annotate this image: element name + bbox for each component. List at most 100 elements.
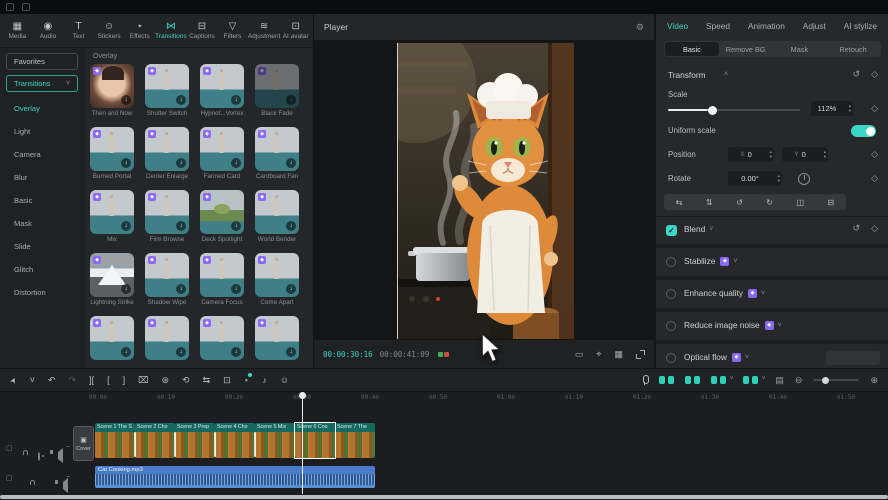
audio-clip[interactable]: Cat Cooking.mp3 [95,466,375,488]
stepper-icon[interactable]: ▴▾ [778,173,780,184]
overlay-tracks-icon[interactable]: ▤ [775,375,784,386]
tab-video[interactable]: Video [667,21,688,31]
sidebar-item-mask[interactable]: Mask [14,219,32,228]
undo-icon[interactable]: ↶ [48,375,56,386]
select-caret[interactable]: ˅ [30,375,35,385]
delete-icon[interactable]: ⌧ [138,375,148,386]
keyframe-diamond-icon[interactable]: ◇ [871,149,878,160]
transition-marker[interactable] [134,432,136,457]
stabilize-section-header[interactable]: Stabilize◆˅ [656,254,888,270]
timeline-zoom-slider[interactable] [813,379,859,381]
redo-icon[interactable]: ↷ [69,375,77,386]
stepper-icon[interactable]: ▴▾ [824,149,826,160]
extract-audio-icon[interactable]: ♪ [262,375,267,385]
optical-flow-section-header[interactable]: Optical flow◆˅ [656,350,888,366]
transition-thumb[interactable]: ◆↓ [255,316,299,360]
sidebar-item-favorites[interactable]: Favorites [6,53,78,70]
media-tab-effects[interactable]: ⋆Effects [124,21,155,40]
media-tab-captions[interactable]: ⊟Captions [187,21,218,40]
track-more-icon[interactable]: – [66,473,70,480]
blend-section-header[interactable]: ✓ Blend˅ ↺◇ [656,222,888,238]
voiceover-mic-icon[interactable] [641,375,648,386]
optical-flow-checkbox[interactable] [666,353,676,363]
media-tab-ai-avatar[interactable]: ⊡AI avatar [280,21,311,40]
link-clips-icon[interactable]: ˅ [711,376,726,384]
beauty-icon[interactable]: ☺ [280,375,289,385]
transition-thumb[interactable]: ◆↓ [145,64,189,108]
tab-adjust[interactable]: Adjust [803,21,826,31]
timeline-clip[interactable]: Scene 4 Cho [215,423,255,458]
display-settings-icon[interactable]: ⚙ [636,22,644,33]
reset-icon[interactable]: ↺ [853,69,861,80]
transition-marker[interactable] [214,432,216,457]
keyframe-diamond-icon[interactable]: ◇ [871,173,878,184]
transition-thumb[interactable]: ◆↓ [90,316,134,360]
sidebar-group-transitions[interactable]: Transitions ˅ [6,75,78,92]
media-tab-stickers[interactable]: ☺Stickers [94,21,125,40]
transition-thumb[interactable]: ◆↓ [200,316,244,360]
track-more-icon[interactable]: – [66,443,70,450]
transition-thumb[interactable]: ◆↓ [255,64,299,108]
grid-overlay-icon[interactable]: ▦ [614,349,623,360]
crop-icon[interactable]: ⊡ [223,375,231,386]
enhance-checkbox[interactable] [666,289,676,299]
rotate-right-icon[interactable]: ↻ [766,198,773,207]
zoom-out-icon[interactable]: ⊖ [795,375,803,386]
scale-value-field[interactable]: 112% ▴▾ [811,101,853,116]
uniform-scale-toggle[interactable] [851,125,876,137]
preview-quality-flags[interactable] [438,352,449,357]
smart-tool-icon[interactable]: ⋆ [244,375,250,386]
sidebar-item-overlay[interactable]: Overlay [14,104,40,113]
transition-thumb[interactable]: ◆↓ [145,253,189,297]
zoom-knob[interactable] [822,377,829,384]
sidebar-item-distortion[interactable]: Distortion [14,288,46,297]
focus-track-icon[interactable]: ⌖ [596,349,601,360]
fullscreen-icon[interactable] [636,350,645,359]
delete-right-icon[interactable]: ] [123,375,126,385]
sidebar-item-glitch[interactable]: Glitch [14,265,33,274]
mirror-icon[interactable]: ⇆ [203,375,211,386]
transition-thumb[interactable]: ◆↓ [90,127,134,171]
align-horizontal-icon[interactable]: ◫ [796,198,804,207]
timeline-clip[interactable]: Scene 6 Coo [295,423,335,458]
transition-thumb[interactable]: ◆↓ [145,127,189,171]
denoise-checkbox[interactable] [666,321,676,331]
subtab-basic[interactable]: Basic [665,42,719,56]
delete-left-icon[interactable]: [ [107,375,110,385]
track-frame-icon[interactable]: ▢ [6,474,13,482]
transition-thumb[interactable]: ◆↓ [200,190,244,234]
sidebar-item-blur[interactable]: Blur [14,173,27,182]
reverse-icon[interactable]: ⟲ [182,375,190,386]
subtab-retouch[interactable]: Retouch [826,42,880,56]
sidebar-item-camera[interactable]: Camera [14,150,41,159]
transition-thumb[interactable]: ◆↓ [200,253,244,297]
split-icon[interactable]: ][ [89,375,94,385]
aspect-ratio-icon[interactable]: ▭ [575,349,584,360]
timeline-clip[interactable]: Scene 5 Mix [255,423,295,458]
video-preview[interactable] [397,43,573,339]
media-tab-adjustment[interactable]: ≋Adjustment [248,21,281,40]
stepper-icon[interactable]: ▴▾ [849,103,851,114]
subtab-mask[interactable]: Mask [773,42,827,56]
transition-thumb[interactable]: ◆↓ [90,64,134,108]
keyframe-diamond-icon[interactable]: ◇ [871,223,878,234]
timeline-clip[interactable]: Scene 3 Prep [175,423,215,458]
scale-slider[interactable] [668,109,800,111]
track-frame-icon[interactable]: ▢ [6,444,13,452]
transition-thumb[interactable]: ◆↓ [145,316,189,360]
flip-horizontal-icon[interactable]: ⇆ [676,198,683,207]
preview-axis-icon[interactable]: ˅ [743,376,758,384]
transition-marker[interactable] [174,432,176,457]
denoise-section-header[interactable]: Reduce image noise◆˅ [656,318,888,334]
freeze-frame-icon[interactable]: ⊛ [161,375,169,386]
slider-knob[interactable] [708,106,717,115]
transition-thumb[interactable]: ◆↓ [255,127,299,171]
rotate-left-icon[interactable]: ↺ [736,198,743,207]
stepper-icon[interactable]: ▴▾ [770,149,772,160]
cover-button[interactable]: ▣ Cover [73,426,94,461]
keyframe-diamond-icon[interactable]: ◇ [871,103,878,114]
transition-thumb[interactable]: ◆↓ [255,190,299,234]
window-menu-icon[interactable] [6,3,14,11]
select-tool[interactable]: ➤ [8,375,19,385]
transition-thumb[interactable]: ◆↓ [200,64,244,108]
